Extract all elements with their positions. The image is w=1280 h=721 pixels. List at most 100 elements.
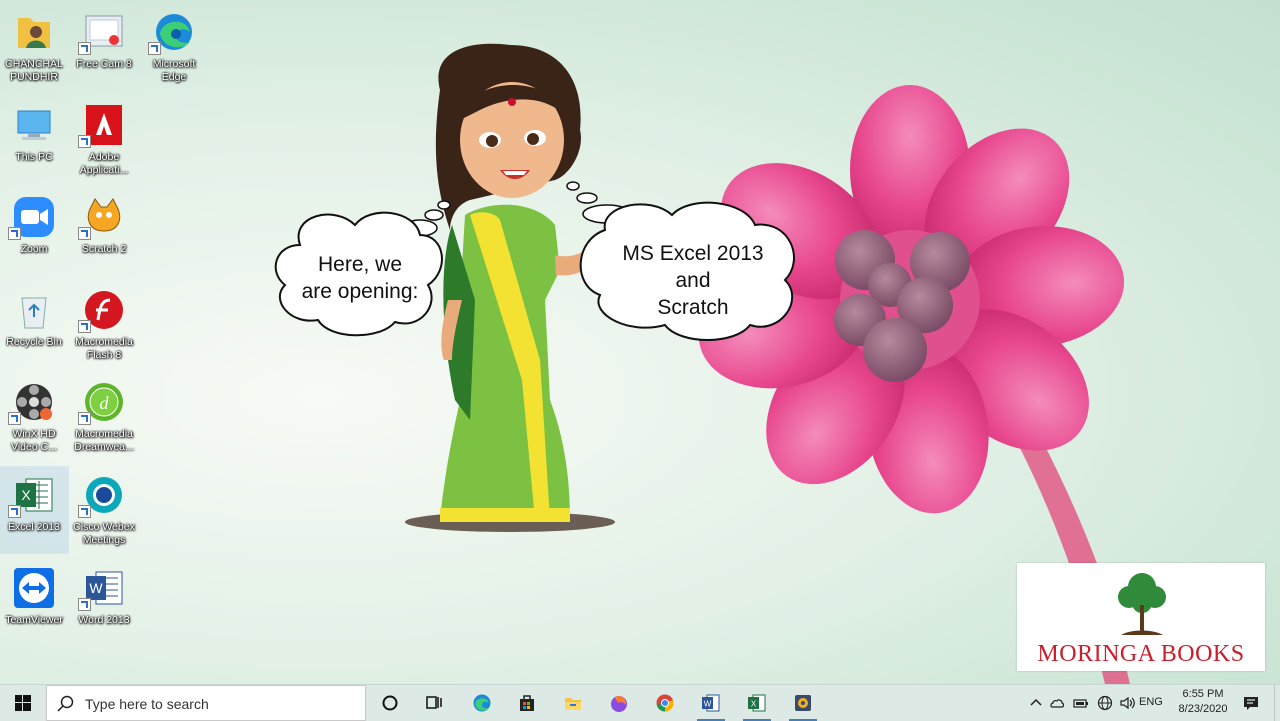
shortcut-arrow-icon — [78, 598, 91, 611]
bubble-right-line-3: Scratch — [657, 296, 729, 319]
svg-text:X: X — [751, 700, 757, 709]
desktop-icon-label: Adobe Applicati... — [79, 151, 129, 176]
desktop-icon-this-pc[interactable]: This PC — [0, 97, 68, 183]
speech-bubble-left-text: Here, we are opening: — [285, 251, 435, 305]
tray-overflow-button[interactable] — [1026, 685, 1044, 721]
word-icon: W — [702, 694, 720, 712]
desktop-icon-user-folder[interactable]: CHANCHAL PUNDHIR — [0, 4, 68, 90]
desktop-icon-dreamweaver[interactable]: d Macromedia Dreamwea... — [70, 374, 138, 460]
notification-icon — [1244, 697, 1258, 710]
bubble-right-line-2: and — [675, 269, 711, 292]
speaker-icon — [1120, 696, 1135, 710]
svg-text:W: W — [89, 580, 103, 596]
shortcut-arrow-icon — [78, 227, 91, 240]
search-input[interactable] — [83, 693, 357, 715]
desktop-icon-teamviewer[interactable]: TeamViewer — [0, 560, 68, 646]
svg-text:d: d — [100, 393, 110, 413]
moringa-books-logo: MORINGA BOOKS — [1017, 563, 1265, 671]
tray-battery[interactable] — [1070, 685, 1092, 721]
desktop-icon-word[interactable]: W Word 2013 — [70, 560, 138, 646]
recycle-bin-icon — [21, 297, 47, 329]
file-explorer-icon — [565, 698, 581, 710]
teamviewer-icon — [14, 568, 54, 608]
battery-icon — [1073, 699, 1088, 708]
desktop-icon-label: Scratch 2 — [81, 243, 127, 255]
desktop-icon-excel[interactable]: X Excel 2013 — [0, 466, 69, 554]
desktop-icon-flash[interactable]: Macromedia Flash 8 — [70, 282, 138, 368]
user-folder-icon — [18, 18, 50, 48]
tray-network[interactable] — [1094, 685, 1116, 721]
desktop-icon-edge[interactable]: Microsoft Edge — [140, 4, 208, 90]
windows-logo-icon — [15, 695, 31, 711]
shortcut-arrow-icon — [78, 412, 91, 425]
desktop-icon-label: TeamViewer — [5, 614, 63, 626]
shortcut-arrow-icon — [8, 505, 21, 518]
store-icon — [520, 695, 534, 711]
language-indicator[interactable]: ENG — [1139, 696, 1163, 708]
search-icon — [57, 695, 74, 712]
shortcut-arrow-icon — [78, 42, 91, 55]
clock-time: 6:55 PM — [1182, 688, 1224, 700]
desktop-icon-label: Microsoft Edge — [152, 58, 196, 83]
cortana-button[interactable] — [368, 685, 412, 721]
desktop-icon-zoom[interactable]: Zoom — [0, 189, 68, 275]
taskbar-file-explorer[interactable] — [551, 685, 595, 721]
desktop-icon-label: Excel 2013 — [8, 521, 60, 533]
desktop-icon-label: Macromedia Flash 8 — [75, 336, 133, 361]
show-desktop-button[interactable] — [1274, 685, 1280, 721]
tree-icon — [1118, 573, 1166, 635]
taskbar-search-box[interactable] — [46, 685, 366, 721]
cortana-icon — [382, 695, 398, 711]
cloud-sync-icon — [1050, 699, 1065, 708]
shortcut-arrow-icon — [78, 505, 91, 518]
taskbar: W X ENG 6:55 PM 8/23/2020 — [0, 684, 1280, 721]
media-icon — [795, 695, 811, 711]
bubble-right-line-1: MS Excel 2013 — [622, 242, 764, 265]
desktop-icon-webex[interactable]: Cisco Webex Meetings — [70, 467, 138, 553]
taskbar-firefox[interactable] — [597, 685, 641, 721]
taskbar-chrome[interactable] — [643, 685, 687, 721]
shortcut-arrow-icon — [78, 320, 91, 333]
bubble-left-line-2: are opening: — [301, 280, 419, 303]
action-center-button[interactable] — [1236, 685, 1266, 721]
firefox-icon — [611, 695, 627, 712]
taskbar-edge[interactable] — [460, 685, 504, 721]
edge-icon — [473, 694, 491, 712]
taskbar-clock[interactable]: 6:55 PM 8/23/2020 — [1172, 687, 1234, 717]
desktop-icon-label: Macromedia Dreamwea... — [74, 428, 134, 453]
taskbar-store[interactable] — [505, 685, 549, 721]
logo-brand-text: MORINGA BOOKS — [1037, 641, 1245, 667]
tray-volume[interactable] — [1116, 685, 1138, 721]
desktop-icon-label: This PC — [15, 151, 53, 163]
shortcut-arrow-icon — [78, 135, 91, 148]
start-button[interactable] — [0, 685, 46, 721]
shortcut-arrow-icon — [8, 227, 21, 240]
taskbar-excel[interactable]: X — [735, 685, 779, 721]
task-view-button[interactable] — [412, 685, 456, 721]
clock-date: 8/23/2020 — [1178, 703, 1228, 715]
shortcut-arrow-icon — [148, 42, 161, 55]
desktop-icon-free-cam[interactable]: Free Cam 8 — [70, 4, 138, 90]
desktop-icon-scratch[interactable]: Scratch 2 — [70, 189, 138, 275]
svg-text:X: X — [21, 487, 31, 503]
desktop-icon-label: Zoom — [20, 243, 48, 255]
svg-text:W: W — [704, 700, 712, 709]
chevron-up-icon — [1030, 698, 1042, 706]
bubble-left-line-1: Here, we — [317, 253, 403, 276]
desktop-icon-label: Cisco Webex Meetings — [73, 521, 135, 546]
desktop[interactable]: Here, we are opening: MS Excel 2013 and … — [0, 0, 1280, 684]
desktop-icon-label: WinX HD Video C... — [11, 428, 57, 453]
desktop-icon-label: Recycle Bin — [6, 336, 62, 348]
shortcut-arrow-icon — [8, 412, 21, 425]
desktop-icon-recycle-bin[interactable]: Recycle Bin — [0, 282, 68, 368]
chrome-icon — [656, 694, 674, 712]
desktop-icon-adobe[interactable]: Adobe Applicati... — [70, 97, 138, 183]
computer-icon — [17, 110, 51, 140]
tray-onedrive[interactable] — [1046, 685, 1068, 721]
taskbar-word[interactable]: W — [689, 685, 733, 721]
desktop-icon-label: CHANCHAL PUNDHIR — [5, 58, 63, 83]
globe-icon — [1097, 695, 1113, 711]
speech-bubble-right-text: MS Excel 2013 and Scratch — [598, 240, 788, 321]
taskbar-media-app[interactable] — [781, 685, 825, 721]
desktop-icon-winx[interactable]: WinX HD Video C... — [0, 374, 68, 460]
